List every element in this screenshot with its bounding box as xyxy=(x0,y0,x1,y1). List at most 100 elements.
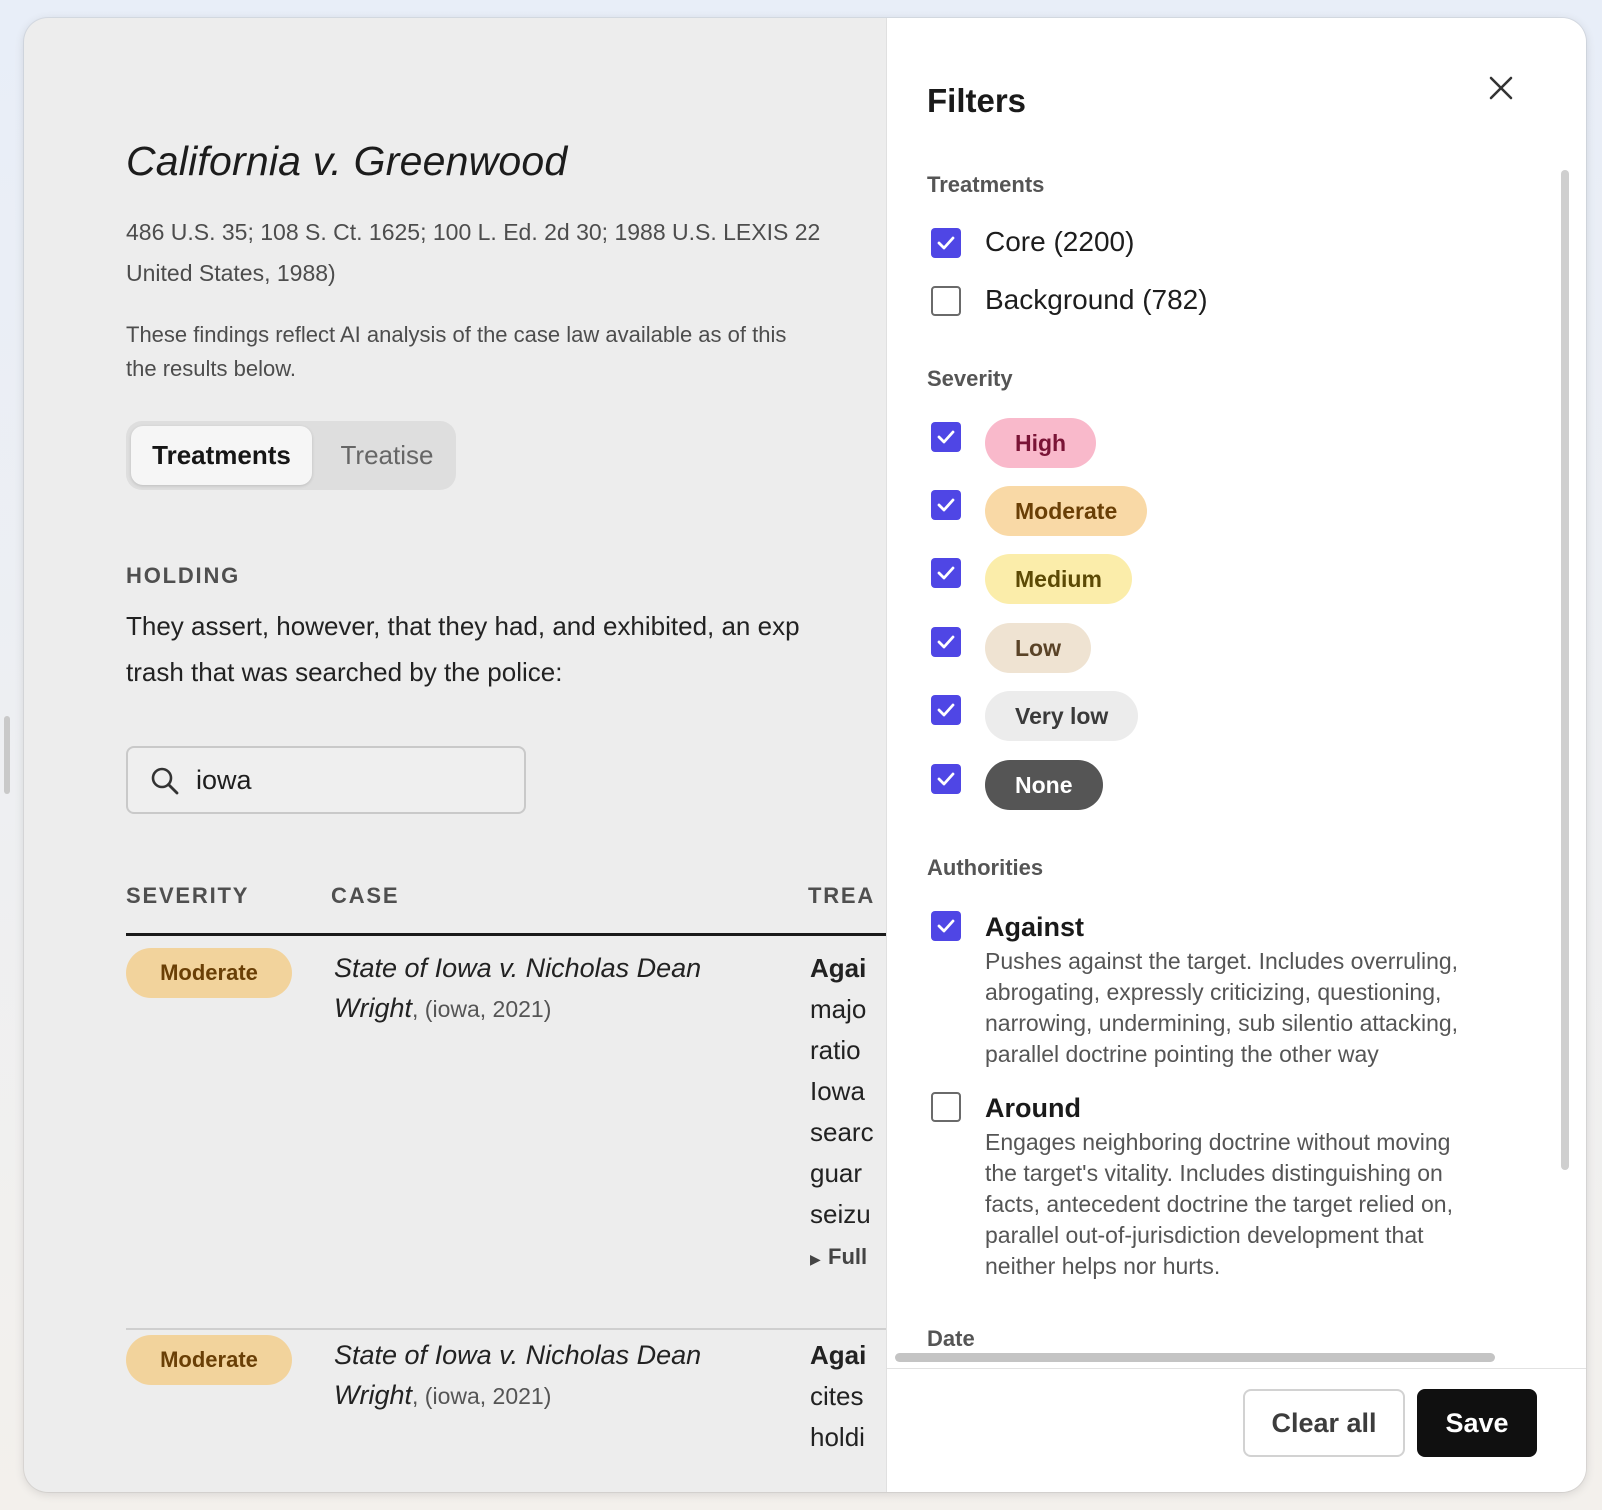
holding-label: HOLDING xyxy=(126,563,241,588)
treatment-text: majo xyxy=(810,994,867,1024)
authorities-group-label: Authorities xyxy=(927,855,1044,880)
case-name: State of Iowa v. Nicholas Dean xyxy=(334,1340,702,1370)
severity-badge: Moderate xyxy=(126,1335,292,1385)
against-desc-line: abrogating, expressly criticizing, quest… xyxy=(985,979,1442,1005)
core-checkbox[interactable] xyxy=(931,228,961,258)
tab-treatments[interactable]: Treatments xyxy=(131,426,312,485)
case-meta: , (iowa, 2021) xyxy=(412,1383,552,1409)
treatment-text: guar xyxy=(810,1158,863,1188)
severity-moderate-pill: Moderate xyxy=(985,486,1148,536)
search-icon xyxy=(151,767,179,795)
severity-none-checkbox[interactable] xyxy=(931,764,961,794)
check-icon xyxy=(937,772,955,786)
around-desc-line: parallel out-of-jurisdiction development… xyxy=(985,1222,1424,1248)
search-input[interactable] xyxy=(196,756,506,804)
severity-medium-checkbox[interactable] xyxy=(931,558,961,588)
app-window: California v. Greenwood 486 U.S. 35; 108… xyxy=(24,18,1586,1492)
severity-group-label: Severity xyxy=(927,366,1013,391)
case-name: State of Iowa v. Nicholas Dean xyxy=(334,953,702,983)
treatments-group-label: Treatments xyxy=(927,172,1045,197)
against-description: Pushes against the target. Includes over… xyxy=(985,946,1525,1070)
disclaimer-line-1: These findings reflect AI analysis of th… xyxy=(126,322,787,347)
filters-title: Filters xyxy=(927,82,1027,119)
check-icon xyxy=(937,703,955,717)
filters-scroll-area: Treatments Core (2200) Background (782) … xyxy=(887,138,1586,1348)
header-case[interactable]: CASE xyxy=(331,883,399,909)
check-icon xyxy=(937,919,955,933)
full-expand-link[interactable]: ▶ Full xyxy=(810,1235,886,1280)
severity-badge: Moderate xyxy=(126,948,292,998)
holding-text: They assert, however, that they had, and… xyxy=(126,603,886,695)
around-desc-line: facts, antecedent doctrine the target re… xyxy=(985,1191,1453,1217)
around-desc-line: neither helps nor hurts. xyxy=(985,1253,1221,1279)
background-label: Background (782) xyxy=(985,284,1208,315)
check-icon xyxy=(937,430,955,444)
date-group-label: Date xyxy=(927,1326,975,1348)
around-checkbox[interactable] xyxy=(931,1092,961,1122)
header-treatment[interactable]: TREA xyxy=(808,883,875,909)
case-link[interactable]: State of Iowa v. Nicholas Dean Wright, (… xyxy=(334,1335,764,1416)
search-field[interactable] xyxy=(126,746,526,814)
citation-line-1: 486 U.S. 35; 108 S. Ct. 1625; 100 L. Ed.… xyxy=(126,219,821,245)
severity-low-pill: Low xyxy=(985,623,1091,673)
against-desc-line: parallel doctrine pointing the other way xyxy=(985,1041,1379,1067)
severity-very-low-pill: Very low xyxy=(985,691,1139,741)
holding-line-2: trash that was searched by the police: xyxy=(126,657,563,687)
around-description: Engages neighboring doctrine without mov… xyxy=(985,1127,1525,1282)
treatment-type: Agai xyxy=(810,953,867,983)
severity-low-checkbox[interactable] xyxy=(931,627,961,657)
disclaimer-line-2: the results below. xyxy=(126,356,296,381)
tab-treatise[interactable]: Treatise xyxy=(322,426,452,485)
full-link-label: Full xyxy=(828,1244,868,1269)
resize-handle[interactable] xyxy=(4,716,10,794)
filters-panel: Filters Treatments Core (2200) Backgroun… xyxy=(886,18,1586,1492)
severity-high-checkbox[interactable] xyxy=(931,422,961,452)
against-title: Against xyxy=(985,912,1085,942)
view-toggle: Treatments Treatise xyxy=(126,421,456,490)
treatment-text: seizu xyxy=(810,1199,871,1229)
severity-none-pill: None xyxy=(985,760,1103,810)
severity-high-pill: High xyxy=(985,418,1097,468)
against-desc-line: narrowing, undermining, sub silentio att… xyxy=(985,1010,1459,1036)
vertical-scrollbar[interactable] xyxy=(1561,170,1569,1170)
case-meta: , (iowa, 2021) xyxy=(412,996,552,1022)
background-checkbox[interactable] xyxy=(931,286,961,316)
core-label: Core (2200) xyxy=(985,226,1135,257)
check-icon xyxy=(937,236,955,250)
header-severity[interactable]: SEVERITY xyxy=(126,883,249,909)
save-button[interactable]: Save xyxy=(1417,1389,1537,1457)
case-title: California v. Greenwood xyxy=(126,138,568,184)
case-name-cont: Wright xyxy=(334,993,413,1023)
treatment-text: holdi xyxy=(810,1422,865,1452)
treatment-text: Iowa xyxy=(810,1076,865,1106)
horizontal-scrollbar[interactable] xyxy=(895,1353,1495,1362)
holding-line-1: They assert, however, that they had, and… xyxy=(126,611,800,641)
ai-disclaimer: These findings reflect AI analysis of th… xyxy=(126,318,886,386)
check-icon xyxy=(937,498,955,512)
close-icon[interactable] xyxy=(1481,68,1521,108)
treatment-cell: Agai cites holdi xyxy=(810,1335,886,1458)
treatment-text: cites xyxy=(810,1381,864,1411)
severity-medium-pill: Medium xyxy=(985,554,1132,604)
around-desc-line: Engages neighboring doctrine without mov… xyxy=(985,1129,1451,1155)
severity-very-low-checkbox[interactable] xyxy=(931,695,961,725)
severity-moderate-checkbox[interactable] xyxy=(931,490,961,520)
around-title: Around xyxy=(985,1093,1081,1123)
check-icon xyxy=(937,566,955,580)
around-desc-line: the target's vitality. Includes distingu… xyxy=(985,1160,1443,1186)
treatment-text: ratio xyxy=(810,1035,861,1065)
header-divider xyxy=(126,933,886,936)
treatment-type: Agai xyxy=(810,1340,867,1370)
clear-all-button[interactable]: Clear all xyxy=(1243,1389,1405,1457)
case-link[interactable]: State of Iowa v. Nicholas Dean Wright, (… xyxy=(334,948,764,1029)
against-desc-line: Pushes against the target. Includes over… xyxy=(985,948,1459,974)
check-icon xyxy=(937,635,955,649)
against-checkbox[interactable] xyxy=(931,911,961,941)
row-divider xyxy=(126,1328,886,1330)
case-name-cont: Wright xyxy=(334,1380,413,1410)
case-citation: 486 U.S. 35; 108 S. Ct. 1625; 100 L. Ed.… xyxy=(126,212,886,294)
treatment-cell: Agai majo ratio Iowa searc guar seizu ▶ … xyxy=(810,948,886,1280)
case-detail: California v. Greenwood 486 U.S. 35; 108… xyxy=(24,18,886,1492)
treatment-text: searc xyxy=(810,1117,874,1147)
caret-right-icon: ▶ xyxy=(810,1251,821,1267)
